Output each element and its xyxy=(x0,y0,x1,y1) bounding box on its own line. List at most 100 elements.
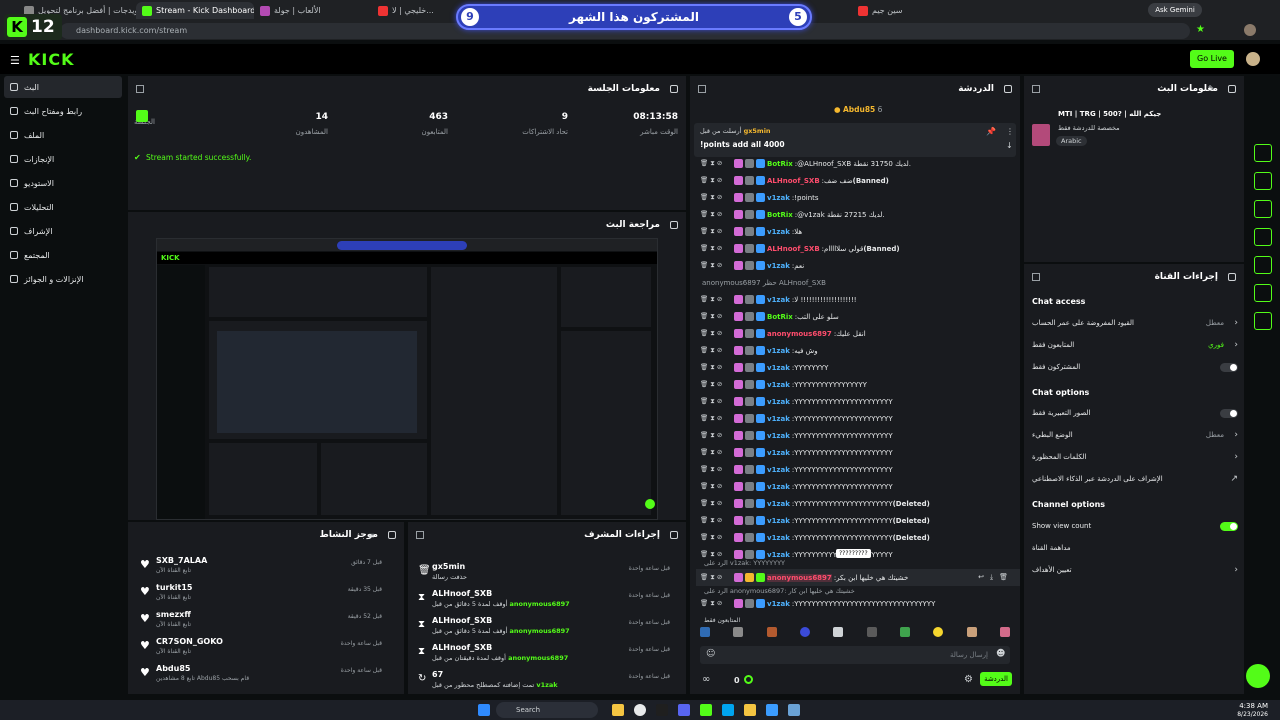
channel-setting-row[interactable]: الصور التعبيرية فقط xyxy=(1032,404,1240,422)
chat-message[interactable]: 🗑⧗⊘v1zak: YYYYYYYYYYYYYYYYYYYYYYY xyxy=(696,444,1020,461)
mod-actions-icon[interactable]: 🗑⧗⊘ xyxy=(696,193,734,202)
chat-username[interactable]: v1zak xyxy=(767,500,790,508)
chat-message[interactable]: 🗑⧗⊘ v1zak: YYYYYYYYYYYYYYYYYYYYYYY (Delet… xyxy=(696,512,1020,529)
chat-message[interactable]: 🗑⧗⊘ v1zak: YYYYYYYYYYYYYYYYYYYYYYYYYYYYYY… xyxy=(696,595,1020,612)
help-fab[interactable] xyxy=(1246,664,1270,688)
emoji-icon[interactable]: ☺ xyxy=(706,649,715,659)
ask-gemini-button[interactable]: Ask Gemini xyxy=(1148,3,1202,17)
chat-message[interactable]: 🗑⧗⊘ v1zak: هلا xyxy=(696,223,1020,240)
chat-username[interactable]: BotRix xyxy=(767,160,793,168)
browser-tab[interactable]: الألعاب | جولة xyxy=(254,2,372,19)
rail-button-2[interactable] xyxy=(1254,172,1272,190)
taskbar-app-icon[interactable] xyxy=(744,704,756,716)
sidebar-item[interactable]: رابط ومفتاح البث xyxy=(4,100,122,122)
taskbar-app-icon[interactable] xyxy=(788,704,800,716)
profile-avatar[interactable] xyxy=(1244,24,1256,36)
rail-button-4[interactable] xyxy=(1254,228,1272,246)
go-live-button[interactable]: Go Live xyxy=(1190,50,1234,68)
chat-message[interactable]: 🗑⧗⊘ v1zak: وش فيه xyxy=(696,342,1020,359)
sidebar-item[interactable]: الملف xyxy=(4,124,122,146)
taskbar-app-icon[interactable] xyxy=(656,704,668,716)
mod-actions-icon[interactable]: 🗑⧗⊘ xyxy=(696,363,734,372)
toggle-switch[interactable] xyxy=(1220,521,1238,531)
chat-username[interactable]: v1zak xyxy=(767,483,790,491)
mod-actions-icon[interactable]: 🗑⧗⊘ xyxy=(696,448,734,457)
rail-button-1[interactable] xyxy=(1254,144,1272,162)
emote-icon[interactable] xyxy=(799,627,810,637)
chat-username[interactable]: v1zak xyxy=(767,517,790,525)
chevron-right-icon[interactable]: › xyxy=(1234,318,1238,328)
chat-username[interactable]: BotRix xyxy=(767,211,793,219)
chat-message[interactable]: 🗑⧗⊘ v1zak: نعم xyxy=(696,257,1020,274)
chat-username[interactable]: v1zak xyxy=(767,262,790,270)
popout-icon[interactable] xyxy=(136,85,144,93)
emote-icon[interactable] xyxy=(833,627,844,637)
emote-bar[interactable] xyxy=(700,627,1010,641)
browser-tab[interactable]: سين جيم xyxy=(852,2,970,19)
chat-username[interactable]: v1zak xyxy=(767,381,790,389)
rail-button-7[interactable] xyxy=(1254,312,1272,330)
chat-message[interactable]: 🗑⧗⊘v1zak: YYYYYYYYYYYYYYYYYYYYYYY xyxy=(696,393,1020,410)
hamburger-icon[interactable]: ☰ xyxy=(10,54,20,67)
toggle-switch[interactable] xyxy=(1220,408,1238,418)
arrow-down-icon[interactable]: ↓ xyxy=(1006,141,1013,150)
smile-icon[interactable]: ☻ xyxy=(996,649,1005,659)
sidebar-item[interactable]: الإنجازات xyxy=(4,148,122,170)
mod-actions-icon[interactable]: 🗑⧗⊘ xyxy=(696,244,734,253)
chat-message[interactable]: 🗑⧗⊘ ALHnoof_SXB: قولي سلااااام (Banned) xyxy=(696,240,1020,257)
mod-actions-icon[interactable]: 🗑⧗⊘ xyxy=(696,397,734,406)
settings-gear-icon[interactable]: ⚙ xyxy=(964,674,973,685)
sidebar-item[interactable]: المجتمع xyxy=(4,244,122,266)
chat-username[interactable]: anonymous6897 xyxy=(767,573,832,582)
chevron-right-icon[interactable]: › xyxy=(1234,452,1238,462)
mod-actions-icon[interactable]: 🗑⧗⊘ xyxy=(696,499,734,508)
chat-message[interactable]: 🗑⧗⊘ anonymous6897: انقل عليك xyxy=(696,325,1020,342)
chat-message[interactable]: 🗑⧗⊘v1zak: YYYYYYYYYYYYYYYYYYYYYYY xyxy=(696,461,1020,478)
chat-username[interactable]: v1zak xyxy=(767,466,790,474)
channel-setting-row[interactable]: المشتركون فقط xyxy=(1032,358,1240,376)
taskbar-app-icon[interactable] xyxy=(700,704,712,716)
emote-icon[interactable] xyxy=(700,627,710,637)
chat-username[interactable]: v1zak xyxy=(767,449,790,457)
chat-username[interactable]: v1zak xyxy=(767,551,790,559)
sidebar-item[interactable]: الاستوديو xyxy=(4,172,122,194)
send-chat-button[interactable]: الدردشة xyxy=(980,672,1012,686)
mod-actions-icon[interactable]: 🗑⧗⊘ xyxy=(696,573,734,582)
chat-username[interactable]: v1zak xyxy=(767,415,790,423)
channel-setting-row[interactable]: الكلمات المحظورة › xyxy=(1032,448,1240,466)
taskbar-app-icon[interactable] xyxy=(722,704,734,716)
chat-username[interactable]: v1zak xyxy=(767,364,790,372)
popout-icon[interactable] xyxy=(416,531,424,539)
sidebar-item[interactable]: التحليلات xyxy=(4,196,122,218)
kick-logo[interactable]: KICK xyxy=(28,50,75,69)
chat-username[interactable]: v1zak xyxy=(767,534,790,542)
taskbar-app-icon[interactable] xyxy=(766,704,778,716)
chat-message[interactable]: 🗑⧗⊘v1zak: YYYYYYYYYYYYYYYYYYYYYYY xyxy=(696,478,1020,495)
mod-actions-icon[interactable]: 🗑⧗⊘ xyxy=(696,414,734,423)
chat-message[interactable]: 🗑⧗⊘ ALHnoof_SXB: ضف ضف (Banned) xyxy=(696,172,1020,189)
chat-message[interactable]: 🗑⧗⊘v1zak: YYYYYYYYYYYYYYYYYYYYYYY xyxy=(696,410,1020,427)
mod-actions-icon[interactable]: 🗑⧗⊘ xyxy=(696,210,734,219)
taskbar-app-icon[interactable] xyxy=(612,704,624,716)
chevron-right-icon[interactable]: › xyxy=(1234,340,1238,350)
chat-username[interactable]: v1zak xyxy=(767,194,790,202)
channel-setting-row[interactable]: المتابعون فقط فوري › xyxy=(1032,336,1240,354)
chat-username[interactable]: v1zak xyxy=(767,398,790,406)
mod-actions-icon[interactable]: 🗑⧗⊘ xyxy=(696,312,734,321)
sidebar-item[interactable]: الإشراف xyxy=(4,220,122,242)
toggle-switch[interactable] xyxy=(1220,362,1238,372)
chat-username[interactable]: v1zak xyxy=(767,296,790,304)
emote-icon[interactable] xyxy=(733,627,744,637)
chat-username[interactable]: v1zak xyxy=(767,600,790,608)
chat-message-highlighted[interactable]: 🗑⧗⊘ anonymous6897: خشيتك هي خليها ابن بكر… xyxy=(696,569,1020,586)
taskbar-search[interactable]: Search xyxy=(496,702,598,718)
emote-icon[interactable] xyxy=(866,627,877,637)
rail-button-6[interactable] xyxy=(1254,284,1272,302)
chat-username[interactable]: anonymous6897 xyxy=(767,330,832,338)
sidebar-item[interactable]: البث xyxy=(4,76,122,98)
chat-username[interactable]: v1zak xyxy=(767,347,790,355)
popout-icon[interactable] xyxy=(1032,85,1040,93)
chat-message[interactable]: 🗑⧗⊘ BotRix: سلو على التب xyxy=(696,308,1020,325)
emote-icon[interactable] xyxy=(966,627,977,637)
edit-icon[interactable]: ✎ xyxy=(1208,84,1215,93)
